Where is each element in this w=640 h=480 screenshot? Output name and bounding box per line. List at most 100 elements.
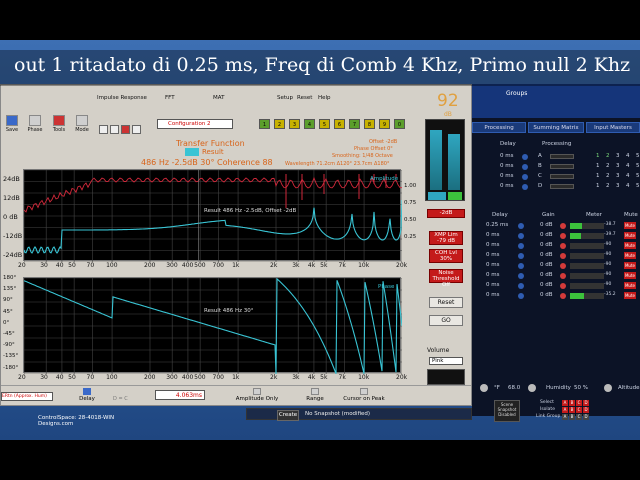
mic-limit-button[interactable]: XMP Lim -79 dB <box>429 231 463 245</box>
output-gain-led[interactable] <box>560 233 566 239</box>
input-fader[interactable] <box>550 184 574 189</box>
delay-button[interactable]: Delay <box>75 388 99 402</box>
output-delay-led[interactable] <box>518 223 524 229</box>
group-letter-button[interactable]: D <box>583 407 589 413</box>
input-select[interactable]: ERtn (Approx. Hum) <box>1 392 53 401</box>
output-delay-led[interactable] <box>518 253 524 259</box>
output-gain-value[interactable]: 0 dB <box>540 242 553 248</box>
output-mute-button[interactable]: Mute <box>624 222 636 229</box>
tab-summing-matrix[interactable]: Summing Matrix <box>528 122 584 133</box>
matrix-cell[interactable]: 4 <box>626 163 630 169</box>
input-delay-value[interactable]: 0 ms <box>500 163 513 169</box>
matrix-cell[interactable]: 2 <box>606 163 610 169</box>
group-letter-button[interactable]: A <box>562 414 568 420</box>
tab-processing[interactable]: Processing <box>472 122 526 133</box>
signal-select[interactable]: Pink <box>429 357 463 365</box>
config-button-0[interactable]: 0 <box>394 119 405 129</box>
matrix-cell[interactable]: 1 <box>596 173 600 179</box>
config-button-1[interactable]: 1 <box>259 119 270 129</box>
output-gain-value[interactable]: 0 dB <box>540 292 553 298</box>
delay-value-field[interactable]: 4.063ms <box>155 390 205 400</box>
amplitude-only-button[interactable]: Amplitude Only <box>233 388 281 402</box>
config-button-4[interactable]: 4 <box>304 119 315 129</box>
output-gain-led[interactable] <box>560 223 566 229</box>
output-delay-value[interactable]: 0 ms <box>486 282 499 288</box>
output-delay-value[interactable]: 0 ms <box>486 252 499 258</box>
output-mute-button[interactable]: Mute <box>624 242 636 249</box>
input-fader[interactable] <box>550 164 574 169</box>
input-led[interactable] <box>522 164 528 170</box>
group-letter-button[interactable]: C <box>576 414 582 420</box>
gain-offset-button[interactable]: -2dB <box>427 209 465 218</box>
output-gain-value[interactable]: 0 dB <box>540 282 553 288</box>
matrix-cell[interactable]: 5 <box>636 173 640 179</box>
input-delay-value[interactable]: 0 ms <box>500 173 513 179</box>
config-button-7[interactable]: 7 <box>349 119 360 129</box>
config-button-6[interactable]: 6 <box>334 119 345 129</box>
menu-mat[interactable]: MAT <box>213 95 224 113</box>
menu-reset[interactable]: Reset <box>297 95 312 113</box>
config-button-3[interactable]: 3 <box>289 119 300 129</box>
output-delay-value[interactable]: 0 ms <box>486 242 499 248</box>
output-gain-led[interactable] <box>560 263 566 269</box>
output-mute-button[interactable]: Mute <box>624 232 636 239</box>
matrix-cell[interactable]: 3 <box>616 183 620 189</box>
output-gain-led[interactable] <box>560 273 566 279</box>
tools-button[interactable]: Tools <box>50 115 68 137</box>
group-letter-button[interactable]: B <box>569 414 575 420</box>
stop-icon[interactable] <box>121 125 130 134</box>
matrix-cell[interactable]: 3 <box>616 173 620 179</box>
menu-impulse[interactable]: Impulse Response <box>97 95 147 113</box>
output-mute-button[interactable]: Mute <box>624 272 636 279</box>
matrix-cell[interactable]: 5 <box>636 163 640 169</box>
matrix-cell[interactable]: 2 <box>606 173 610 179</box>
output-mute-button[interactable]: Mute <box>624 292 636 299</box>
group-letter-button[interactable]: D <box>583 414 589 420</box>
create-snapshot-button[interactable]: Create <box>277 410 299 421</box>
config-button-9[interactable]: 9 <box>379 119 390 129</box>
reset-button[interactable]: Reset <box>429 297 463 308</box>
output-gain-value[interactable]: 0 dB <box>540 272 553 278</box>
output-delay-led[interactable] <box>518 263 524 269</box>
altitude-knob[interactable] <box>604 384 612 392</box>
menu-fft[interactable]: FFT <box>165 95 175 113</box>
output-delay-value[interactable]: 0 ms <box>486 232 499 238</box>
coherence-level-button[interactable]: COH Lvl 30% <box>429 249 463 263</box>
temp-knob[interactable] <box>480 384 488 392</box>
mode-button[interactable]: Mode <box>73 115 91 137</box>
output-delay-led[interactable] <box>518 273 524 279</box>
output-gain-value[interactable]: 0 dB <box>540 262 553 268</box>
range-button[interactable]: Range <box>303 388 327 402</box>
group-letter-button[interactable]: B <box>569 400 575 406</box>
save-button[interactable]: Save <box>3 115 21 137</box>
output-mute-button[interactable]: Mute <box>624 252 636 259</box>
output-mute-button[interactable]: Mute <box>624 282 636 289</box>
matrix-cell[interactable]: 3 <box>616 163 620 169</box>
group-letter-button[interactable]: A <box>562 407 568 413</box>
cursor-on-peak-button[interactable]: Cursor on Peak <box>339 388 389 402</box>
output-gain-led[interactable] <box>560 293 566 299</box>
config-button-2[interactable]: 2 <box>274 119 285 129</box>
cursor-icon[interactable] <box>132 125 141 134</box>
input-led[interactable] <box>522 154 528 160</box>
tab-input-masters[interactable]: Input Masters <box>586 122 640 133</box>
go-button[interactable]: GO <box>429 315 463 326</box>
config-button-5[interactable]: 5 <box>319 119 330 129</box>
menu-help[interactable]: Help <box>318 95 331 113</box>
matrix-cell[interactable]: 1 <box>596 153 600 159</box>
zoom-out-icon[interactable] <box>110 125 119 134</box>
output-delay-value[interactable]: 0 ms <box>486 262 499 268</box>
delay-equals-c[interactable]: D = C <box>113 396 128 402</box>
output-gain-led[interactable] <box>560 243 566 249</box>
input-led[interactable] <box>522 174 528 180</box>
scene-snapshot-button[interactable]: Scene Snapshot Disabled <box>494 400 520 422</box>
output-gain-led[interactable] <box>560 253 566 259</box>
output-delay-led[interactable] <box>518 233 524 239</box>
phase-plot[interactable]: Phase Result 486 Hz 30° <box>23 277 403 375</box>
output-delay-value[interactable]: 0 ms <box>486 292 499 298</box>
matrix-cell[interactable]: 1 <box>596 163 600 169</box>
humidity-knob[interactable] <box>528 384 536 392</box>
group-letter-button[interactable]: B <box>569 407 575 413</box>
output-delay-led[interactable] <box>518 283 524 289</box>
zoom-in-icon[interactable] <box>99 125 108 134</box>
